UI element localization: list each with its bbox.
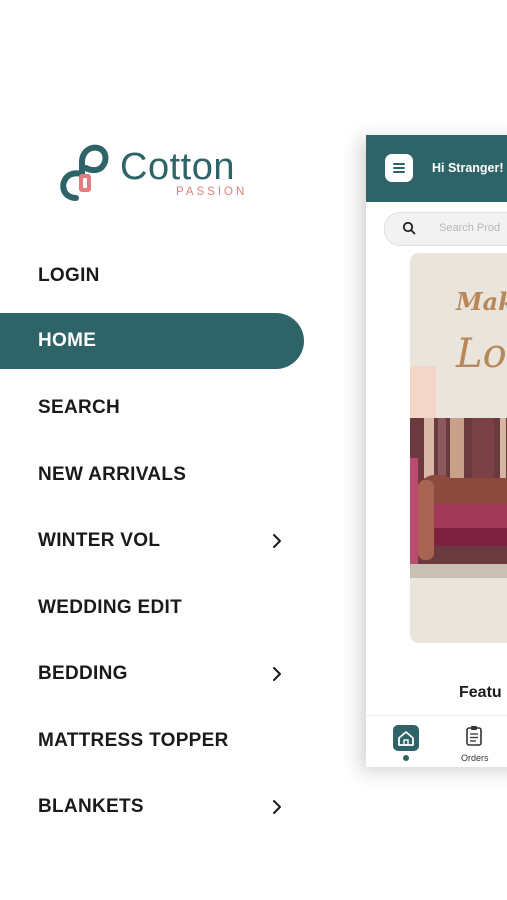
banner-room-image <box>410 418 507 578</box>
menu-item-label: BEDDING <box>38 663 128 684</box>
menu-item-label: WEDDING EDIT <box>38 597 182 618</box>
menu-item-blankets[interactable]: BLANKETS <box>0 779 304 835</box>
menu-item-label: NEW ARRIVALS <box>38 464 187 485</box>
search-placeholder: Search Prod <box>439 222 501 234</box>
menu-item-bedding[interactable]: BEDDING <box>0 646 304 702</box>
menu-item-wedding-edit[interactable]: WEDDING EDIT <box>0 580 304 636</box>
nav-orders-label[interactable]: Orders <box>461 753 489 763</box>
app-preview-screen[interactable]: Hi Stranger! Search Prod Make Look Fea <box>366 135 507 767</box>
chevron-right-icon[interactable] <box>268 665 286 683</box>
promo-banner[interactable]: Make Look <box>410 253 507 643</box>
menu-item-label: HOME <box>38 330 97 351</box>
menu-item-label: MATTRESS TOPPER <box>38 730 229 751</box>
menu-item-login[interactable]: LOGIN <box>0 248 304 304</box>
hamburger-menu-icon[interactable] <box>385 154 413 182</box>
banner-headline: Make <box>456 287 507 316</box>
menu-item-new-arrivals[interactable]: NEW ARRIVALS <box>0 447 304 503</box>
featured-section-title: Featu <box>459 684 502 701</box>
menu-item-mattress-topper[interactable]: MATTRESS TOPPER <box>0 713 304 769</box>
navigation-drawer: LOGIN HOME SEARCH NEW ARRIVALS WINTER VO… <box>0 0 320 900</box>
search-icon <box>402 221 416 235</box>
menu-item-search[interactable]: SEARCH <box>0 380 304 436</box>
menu-item-label: BLANKETS <box>38 796 144 817</box>
menu-item-home[interactable]: HOME <box>0 313 304 369</box>
menu-item-label: WINTER VOL <box>38 530 161 551</box>
menu-item-label: SEARCH <box>38 397 121 418</box>
banner-accent-block <box>410 366 436 420</box>
greeting-text: Hi Stranger! <box>432 161 504 175</box>
chevron-right-icon[interactable] <box>268 798 286 816</box>
app-header: Hi Stranger! <box>366 135 507 202</box>
menu-item-winter-vol[interactable]: WINTER VOL <box>0 513 304 569</box>
home-icon[interactable] <box>393 725 419 751</box>
chevron-right-icon[interactable] <box>268 532 286 550</box>
banner-script-text: Look <box>456 331 507 377</box>
bottom-navigation: Orders <box>366 715 507 767</box>
orders-clipboard-icon[interactable] <box>465 725 483 747</box>
search-bar[interactable]: Search Prod <box>384 212 507 246</box>
menu-item-label: LOGIN <box>38 265 100 286</box>
active-tab-indicator <box>403 755 409 761</box>
